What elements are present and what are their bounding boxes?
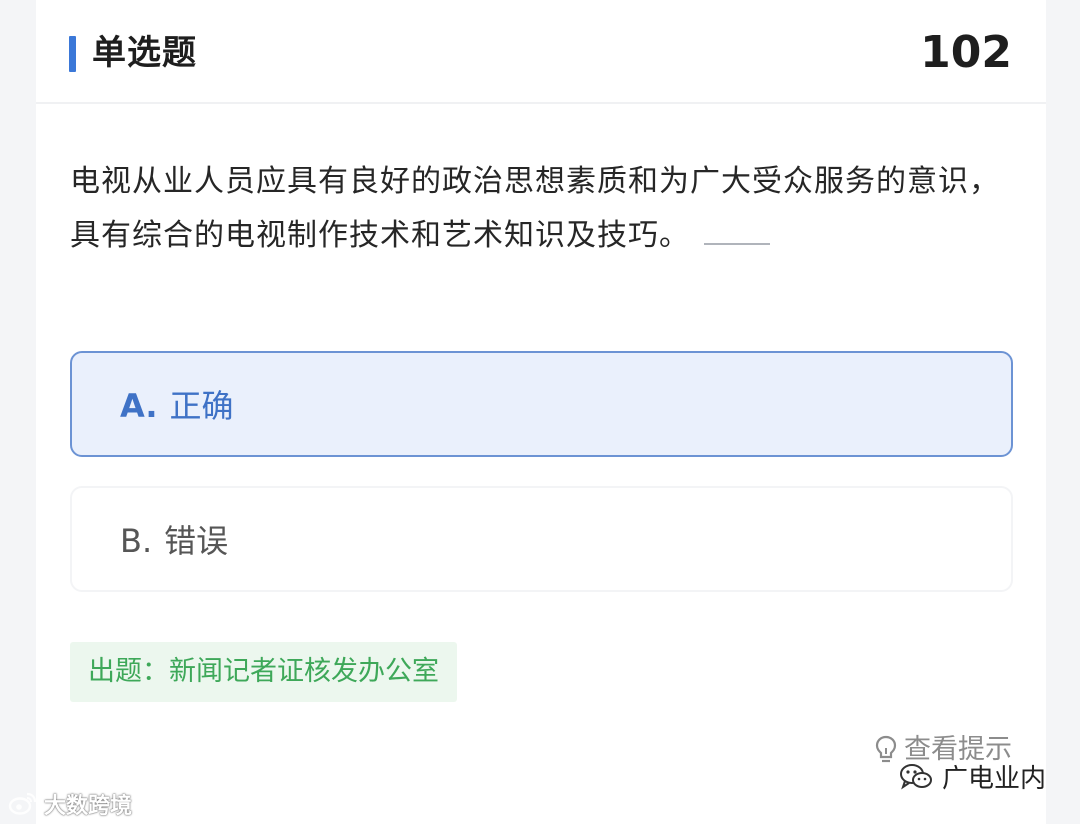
- watermark-left: 大数跨境: [8, 788, 132, 820]
- option-b-button[interactable]: B. 错误: [70, 486, 1013, 592]
- option-a-letter: A.: [120, 387, 158, 425]
- option-b-label: 错误: [164, 522, 229, 560]
- question-type-title: 单选题: [92, 33, 197, 73]
- question-card: 单选题 102 电视从业人员应具有良好的政治思想素质和为广大受众服务的意识，具有…: [36, 0, 1046, 824]
- question-text: 电视从业人员应具有良好的政治思想素质和为广大受众服务的意识，具有综合的电视制作技…: [70, 164, 1000, 253]
- watermark-right-text: 广电业内: [941, 764, 1046, 794]
- question-stem: 电视从业人员应具有良好的政治思想素质和为广大受众服务的意识，具有综合的电视制作技…: [70, 155, 1015, 263]
- answer-blank: [704, 213, 770, 245]
- question-number: 102: [920, 27, 1012, 78]
- watermark-right: 广电业内: [898, 758, 1046, 795]
- option-b-letter: B.: [120, 522, 153, 560]
- header-accent-bar: [69, 36, 76, 72]
- question-header: 单选题 102: [36, 0, 1046, 104]
- wechat-logo-icon: [899, 763, 932, 789]
- lightbulb-icon: [875, 735, 897, 763]
- question-source-tag: 出题：新闻记者证核发办公室: [70, 642, 457, 702]
- weibo-logo-icon: [8, 792, 37, 815]
- option-a-button[interactable]: A. 正确: [70, 351, 1013, 457]
- option-a-label: 正确: [169, 387, 234, 425]
- watermark-left-text: 大数跨境: [44, 794, 133, 819]
